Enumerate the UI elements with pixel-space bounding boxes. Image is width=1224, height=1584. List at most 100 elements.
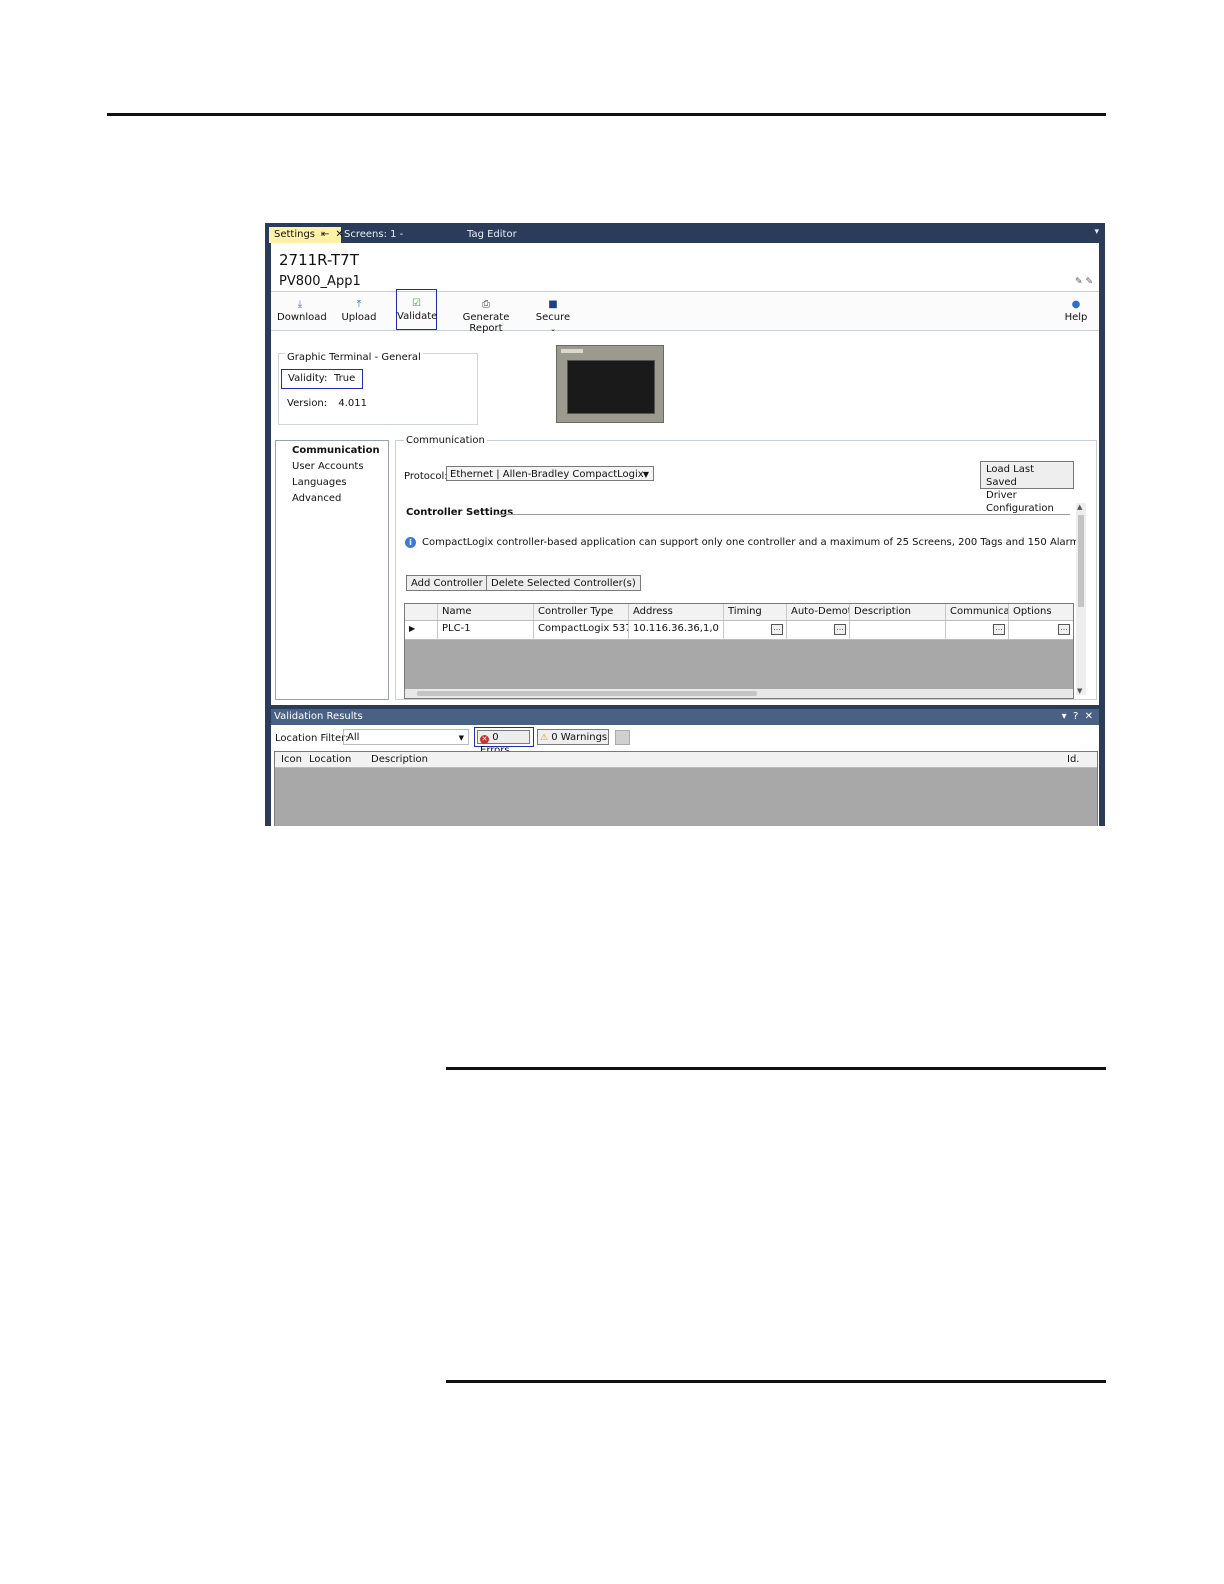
dropdown-arrow-icon: ▼: [642, 470, 649, 479]
download-icon: ⤓: [297, 299, 303, 310]
bottom-rule: [446, 1380, 1106, 1383]
delete-controller-button[interactable]: Delete Selected Controller(s): [486, 575, 641, 591]
controller-settings-heading: Controller Settings: [406, 507, 514, 518]
errors-highlight: ✕ 0 Errors: [474, 727, 534, 756]
horizontal-scrollbar[interactable]: [405, 689, 1073, 698]
load-button-line2: Driver Configuration: [986, 490, 1054, 514]
location-filter-select[interactable]: All ▼: [343, 729, 469, 745]
options-cell: …: [1008, 621, 1073, 639]
validity-label: Validity:: [288, 373, 328, 384]
document-tab-bar: Settings⇤✕ Screens: 1 - Screen_1 Tag Edi…: [265, 223, 1105, 256]
tab-menu-icon[interactable]: ▾: [1094, 227, 1099, 237]
row-expand-icon[interactable]: ▶: [405, 621, 437, 639]
column-header[interactable]: Timing: [723, 604, 786, 620]
validation-results-panel: Validation Results ▾ ? ✕ Location Filter…: [271, 709, 1099, 826]
section-divider: [496, 514, 1070, 515]
toolbar: ⤓ Download ⤒ Upload ☑ Validate ⎙ Generat…: [271, 289, 1099, 334]
description-cell[interactable]: [849, 621, 945, 639]
version-row: Version: 4.011: [287, 398, 367, 409]
pin-icon[interactable]: ⇤: [321, 229, 329, 240]
secure-button[interactable]: ■ Secure ⌄: [533, 293, 573, 333]
timing-cell: …: [723, 621, 786, 639]
nav-item-user-accounts[interactable]: User Accounts: [292, 461, 364, 472]
help-label: Help: [1064, 312, 1088, 323]
scroll-thumb[interactable]: [417, 691, 757, 696]
column-header[interactable]: Address: [628, 604, 723, 620]
load-last-saved-button[interactable]: Load Last Saved Driver Configuration: [980, 461, 1074, 514]
location-filter-label: Location Filter:: [275, 733, 349, 744]
device-logo: [561, 349, 583, 353]
column-header[interactable]: Communicat: [945, 604, 1008, 620]
validation-results-grid: Icon Location Description Id.: [274, 751, 1098, 826]
generate-report-label: Generate Report: [462, 312, 510, 334]
scroll-thumb[interactable]: [1078, 515, 1084, 607]
tab-settings-label: Settings: [274, 229, 316, 240]
general-group: Graphic Terminal - General Validity: Tru…: [278, 352, 478, 425]
communication-panel: Communication Protocol: Ethernet | Allen…: [395, 435, 1097, 700]
secure-label: Secure: [535, 312, 571, 323]
clear-icon[interactable]: [615, 730, 630, 745]
vertical-scrollbar[interactable]: ▲ ▼: [1076, 503, 1086, 695]
generate-report-button[interactable]: ⎙ Generate Report: [449, 293, 523, 334]
help-icon: ●: [1071, 299, 1081, 310]
column-header[interactable]: Name: [437, 604, 533, 620]
validate-button[interactable]: ☑ Validate: [396, 289, 437, 330]
upload-button[interactable]: ⤒ Upload: [341, 293, 377, 329]
column-header[interactable]: Options: [1008, 604, 1073, 620]
nav-item-communication[interactable]: Communication: [292, 445, 380, 456]
scroll-down-icon[interactable]: ▼: [1077, 687, 1082, 695]
pin-icons[interactable]: ✎ ✎: [1075, 277, 1093, 287]
top-rule: [107, 113, 1106, 116]
ellipsis-button[interactable]: …: [771, 624, 783, 635]
upload-label: Upload: [341, 312, 377, 323]
communication-cell: …: [945, 621, 1008, 639]
add-controller-button[interactable]: Add Controller: [406, 575, 488, 591]
protocol-select[interactable]: Ethernet | Allen-Bradley CompactLogix ▼: [446, 466, 654, 481]
info-message: CompactLogix controller-based applicatio…: [422, 537, 1085, 548]
column-header[interactable]: Location: [309, 754, 351, 765]
column-header[interactable]: Description: [371, 754, 428, 765]
nav-item-advanced[interactable]: Advanced: [292, 493, 341, 504]
ellipsis-button[interactable]: …: [1058, 624, 1070, 635]
validation-titlebar: Validation Results ▾ ? ✕: [271, 709, 1099, 725]
warning-icon: ⚠: [540, 733, 549, 743]
row-selector-header: [405, 604, 437, 620]
column-header[interactable]: Auto-Demoti: [786, 604, 849, 620]
errors-filter-button[interactable]: ✕ 0 Errors: [477, 730, 530, 756]
device-title: 2711R-T7T: [279, 251, 359, 269]
panel-controls[interactable]: ▾ ? ✕: [1062, 709, 1093, 725]
checkbox-check-icon: ☑: [412, 298, 421, 309]
tab-screens[interactable]: Screens: 1 - Screen_1: [339, 227, 457, 256]
terminal-device-image: [556, 345, 664, 423]
table-row[interactable]: ▶ PLC-1 CompactLogix 5370 10.116.36.36,1…: [405, 621, 1073, 640]
controller-address-cell[interactable]: 10.116.36.36,1,0: [628, 621, 723, 639]
scroll-up-icon[interactable]: ▲: [1077, 503, 1082, 511]
communication-title: Communication: [404, 435, 487, 446]
protocol-value: Ethernet | Allen-Bradley CompactLogix: [450, 469, 644, 480]
error-icon: ✕: [480, 735, 489, 744]
column-header[interactable]: Icon: [281, 754, 302, 765]
version-label: Version:: [287, 398, 328, 409]
auto-demotion-cell: …: [786, 621, 849, 639]
controller-grid: Name Controller Type Address Timing Auto…: [404, 603, 1074, 699]
settings-nav: Communication User Accounts Languages Ad…: [275, 440, 389, 700]
warnings-filter-button[interactable]: ⚠ 0 Warnings: [537, 729, 609, 745]
controller-name-cell[interactable]: PLC-1: [437, 621, 533, 639]
ellipsis-button[interactable]: …: [993, 624, 1005, 635]
general-group-title: Graphic Terminal - General: [285, 352, 423, 363]
location-filter-value: All: [347, 732, 360, 743]
ellipsis-button[interactable]: …: [834, 624, 846, 635]
controller-type-cell[interactable]: CompactLogix 5370: [533, 621, 628, 639]
tab-tag-editor[interactable]: Tag Editor: [461, 227, 545, 243]
load-button-line1: Load Last Saved: [986, 464, 1034, 488]
column-header[interactable]: Controller Type: [533, 604, 628, 620]
download-button[interactable]: ⤓ Download: [277, 293, 327, 329]
help-button[interactable]: ● Help: [1063, 293, 1089, 329]
validity-value: True: [334, 373, 356, 384]
column-header[interactable]: Id.: [1067, 754, 1079, 765]
nav-item-languages[interactable]: Languages: [292, 477, 347, 488]
column-header[interactable]: Description: [849, 604, 945, 620]
tab-settings[interactable]: Settings ⇤ ✕: [269, 227, 344, 243]
chevron-down-icon: ⌄: [550, 325, 556, 333]
device-screen: [567, 360, 655, 414]
